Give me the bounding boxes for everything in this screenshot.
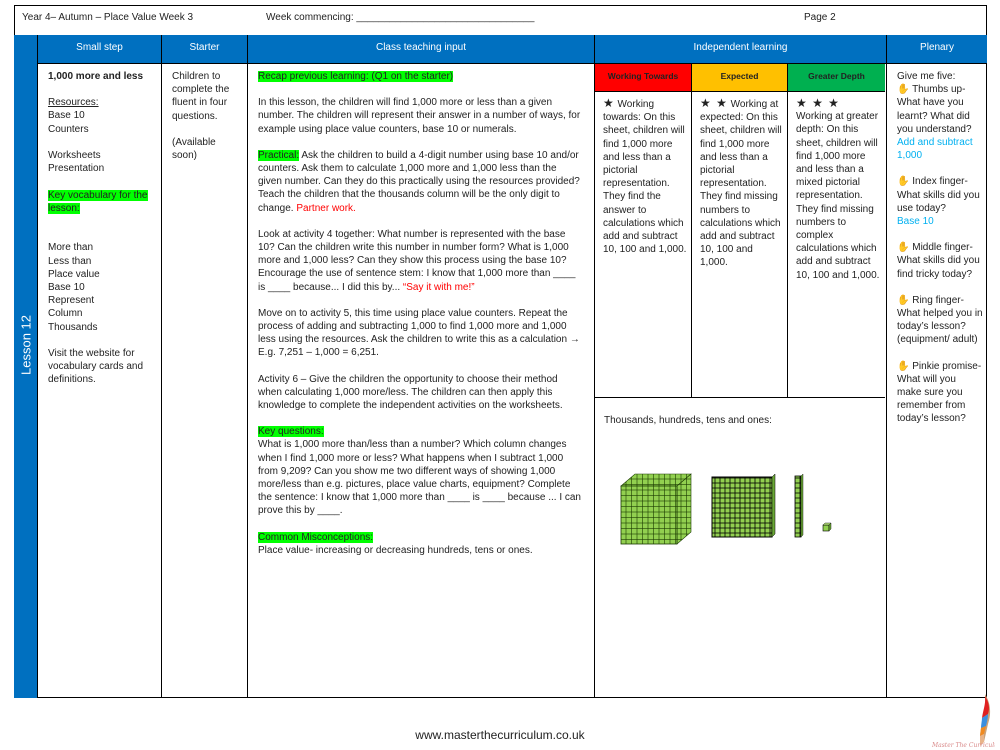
vocab-item: Thousands (48, 321, 98, 333)
hand-icon: ✋ (897, 294, 910, 306)
header-starter-label: Starter (189, 42, 220, 53)
plenary-question: promise- What will you make sure you rem… (897, 360, 982, 425)
lesson-label: Lesson 12 (18, 315, 33, 375)
header-starter: Starter (161, 35, 247, 64)
vocab-item: Place value (48, 268, 100, 280)
plenary-question: What skills did you use today? (897, 189, 980, 214)
website-note: Visit the website for vocabulary cards a… (48, 348, 144, 386)
level-greater-depth-body: ★ ★ ★ Working at greater depth: On this … (787, 92, 885, 397)
header-small-step-label: Small step (76, 42, 123, 53)
plenary-question: What have you learnt? What did you under… (897, 97, 972, 135)
header-small-step: Small step (37, 35, 161, 64)
top-header: Year 4– Autumn – Place Value Week 3 Week… (14, 5, 987, 35)
starter-text: Children to complete the fluent in four … (172, 71, 230, 122)
lesson-intro: In this lesson, the children will find 1… (258, 97, 581, 135)
star-icon: ★ (603, 96, 615, 110)
level-working-towards-header: Working Towards (595, 64, 691, 92)
say-it-with-me: “Say it with me!” (402, 281, 475, 293)
ten-rod-icon (794, 473, 804, 538)
header-plenary-label: Plenary (920, 42, 954, 53)
plenary-question: What helped you in today’s lesson? (equi… (897, 308, 983, 346)
header-class-teaching: Class teaching input (247, 35, 594, 64)
base-ten-section: Thousands, hundreds, tens and ones: (595, 397, 885, 698)
logo-text: Master The Curriculum (931, 742, 995, 749)
vocab-item: Less than (48, 255, 92, 267)
header-class-teaching-label: Class teaching input (375, 42, 467, 53)
starter-note: (Available soon) (172, 136, 216, 162)
independent-column: Working Towards Expected Greater Depth ★… (594, 64, 886, 698)
one-cube-icon (822, 522, 832, 532)
plenary-column: Give me five: ✋ Thumbs up- What have you… (886, 64, 987, 698)
star-icon: ★ ★ ★ (796, 96, 840, 110)
plenary-intro: Give me five: (897, 71, 956, 82)
resources-label: Resources: (48, 97, 99, 109)
hand-icon: ✋ (897, 84, 910, 96)
base-ten-blocks-image (620, 473, 832, 545)
activity-5-text: Move on to activity 5, this time using p… (258, 307, 580, 359)
resource-item: Base 10 (48, 110, 85, 122)
recap-label: Recap previous learning: (Q1 on the star… (258, 71, 454, 82)
level-expected-body: ★ ★ Working at expected: On this sheet, … (691, 92, 787, 397)
unit-title: Year 4– Autumn – Place Value Week 3 (22, 12, 194, 23)
thousand-cube-icon (620, 473, 692, 545)
week-commencing: Week commencing: _______________________… (266, 12, 535, 23)
plenary-answer: Add and subtract 1,000 (897, 137, 973, 162)
hundred-flat-icon (711, 473, 776, 538)
vocab-item: Base 10 (48, 282, 85, 294)
activity-6-text: Activity 6 – Give the children the oppor… (258, 373, 563, 412)
master-the-curriculum-logo: Master The Curriculum (931, 694, 995, 749)
partner-work: Partner work. (296, 202, 356, 214)
level-greater-depth-header: Greater Depth (787, 64, 885, 92)
footer-url[interactable]: www.masterthecurriculum.co.uk (0, 728, 1000, 742)
header-plenary: Plenary (886, 35, 987, 64)
starter-column: Children to complete the fluent in four … (161, 64, 247, 698)
header-independent: Independent learning (594, 35, 886, 64)
hand-icon: ✋ (897, 360, 910, 372)
practical-label: Practical: (258, 149, 300, 161)
plenary-answer: Base 10 (897, 216, 934, 228)
small-step-title: 1,000 more and less (48, 71, 144, 82)
header-independent-label: Independent learning (693, 42, 788, 53)
vocab-label: Key vocabulary for the lesson: (48, 189, 148, 214)
resource-item: Presentation (48, 163, 105, 175)
level-working-towards-body: ★ Working towards: On this sheet, childr… (595, 92, 691, 397)
vocab-item: More than (48, 242, 94, 254)
key-questions-text: What is 1,000 more than/less than a numb… (258, 439, 581, 517)
lesson-strip: Lesson 12 (14, 35, 37, 698)
resource-item: Counters (48, 123, 89, 135)
class-teaching-column: Recap previous learning: (Q1 on the star… (247, 64, 594, 698)
level-description: Working at greater depth: On this sheet,… (796, 111, 880, 281)
base-ten-caption: Thousands, hundreds, tens and ones: (604, 415, 772, 426)
page-number: Page 2 (804, 12, 836, 23)
star-icon: ★ ★ (700, 96, 728, 110)
finger-label: Index finger- (912, 176, 968, 188)
vocab-item: Represent (48, 295, 95, 307)
plenary-question: What skills did you find tricky today? (897, 255, 980, 280)
hand-icon: ✋ (897, 242, 910, 254)
finger-label: Ring finger- (912, 294, 964, 306)
misconceptions-label: Common Misconceptions: (258, 531, 374, 543)
level-description: Working at expected: On this sheet, chil… (700, 99, 782, 269)
finger-label: Thumbs up- (912, 84, 966, 96)
resource-item: Worksheets (48, 150, 101, 162)
level-description: Working towards: On this sheet, children… (603, 99, 687, 256)
level-expected-header: Expected (691, 64, 787, 92)
misconceptions-text: Place value- increasing or decreasing hu… (258, 544, 533, 556)
vocab-item: Column (48, 308, 83, 320)
finger-label: Middle finger- (912, 242, 973, 254)
pencil-icon (980, 694, 991, 746)
finger-label: Pinkie (912, 360, 940, 372)
hand-icon: ✋ (897, 176, 910, 188)
small-step-column: 1,000 more and less Resources: Base 10 C… (37, 64, 161, 698)
key-questions-label: Key questions: (258, 426, 324, 438)
